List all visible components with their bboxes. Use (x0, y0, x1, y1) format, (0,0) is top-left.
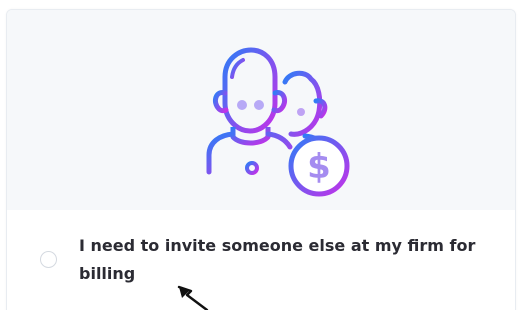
page: $ I need to invite someone else at my fi… (0, 0, 519, 310)
back-person-eye-icon (297, 108, 305, 116)
option-row[interactable]: I need to invite someone else at my firm… (7, 210, 515, 310)
eye-icon (237, 100, 247, 110)
mouse-pointer-icon (177, 285, 209, 310)
eye-icon (254, 100, 264, 110)
illustration-area: $ (7, 10, 515, 210)
people-billing-icon: $ (206, 47, 350, 197)
option-label: I need to invite someone else at my firm… (79, 236, 476, 283)
currency-symbol: $ (307, 147, 331, 187)
option-radio[interactable] (40, 251, 57, 268)
billing-option-card[interactable]: $ I need to invite someone else at my fi… (6, 9, 516, 310)
